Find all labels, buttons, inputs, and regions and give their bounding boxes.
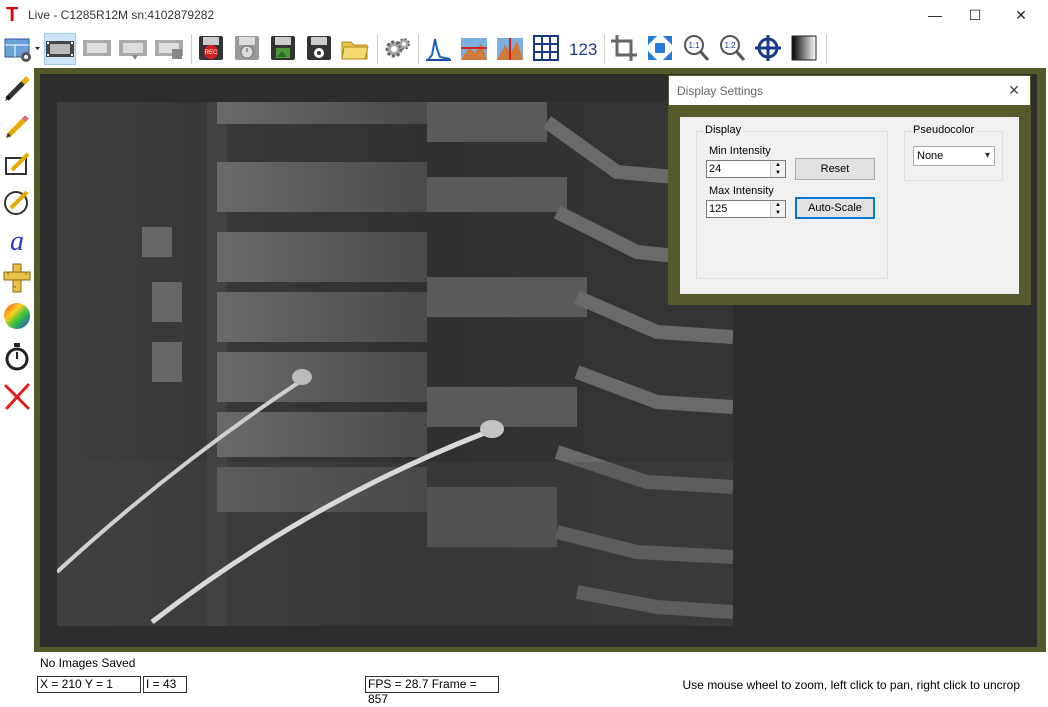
numbering-label: 123: [569, 40, 597, 59]
clear-annotations-icon[interactable]: [2, 380, 32, 412]
fps-frame-counter: FPS = 28.7 Frame = 857: [365, 676, 499, 706]
min-intensity-value: 24: [709, 163, 722, 175]
stopwatch-icon[interactable]: [2, 340, 32, 372]
ruler-icon[interactable]: [2, 262, 32, 294]
auto-scale-button[interactable]: Auto-Scale: [795, 197, 875, 219]
timelapse-save-icon[interactable]: [232, 33, 264, 65]
save-settings-icon[interactable]: [304, 33, 336, 65]
title-bar: T Live - C1285R12M sn:4102879282 — ☐ ✕: [0, 0, 1048, 30]
display-settings-dialog: Display Settings ✕ Display Min Intensity…: [668, 75, 1031, 305]
zoom-1-2-label: 1:2: [724, 41, 736, 50]
camera-settings-icon[interactable]: [382, 33, 414, 65]
record-icon[interactable]: REC: [196, 33, 228, 65]
dialog-close-button[interactable]: ✕: [1004, 80, 1024, 100]
min-intensity-input[interactable]: 24 ▲ ▼: [706, 160, 786, 178]
toolbar-separator: [418, 34, 419, 64]
zoom-1-2-icon[interactable]: 1:2: [717, 33, 749, 65]
annotation-toolbar: a: [0, 68, 34, 658]
color-wheel-icon[interactable]: [2, 300, 32, 332]
layout-settings-icon[interactable]: [2, 33, 42, 65]
rectangle-draw-icon[interactable]: [2, 148, 32, 180]
numbering-icon[interactable]: 123: [567, 33, 599, 65]
cursor-coordinates: X = 210 Y = 1: [37, 676, 141, 693]
text-tool-icon[interactable]: a: [2, 224, 32, 257]
dialog-title-bar[interactable]: Display Settings ✕: [669, 76, 1030, 105]
pseudocolor-group: Pseudocolor None ▾: [904, 124, 1003, 181]
crosshair-icon[interactable]: [753, 33, 785, 65]
crop-icon[interactable]: [609, 33, 641, 65]
max-intensity-spinner[interactable]: ▲ ▼: [770, 201, 785, 217]
max-intensity-value: 125: [709, 203, 728, 215]
fit-to-window-icon[interactable]: [645, 33, 677, 65]
max-intensity-input[interactable]: 125 ▲ ▼: [706, 200, 786, 218]
filmstrip-icon[interactable]: [44, 33, 76, 65]
close-button[interactable]: ✕: [998, 0, 1044, 30]
toolbar: REC 123 1:1 1:2: [0, 30, 1048, 68]
window-title: Live - C1285R12M sn:4102879282: [28, 8, 215, 22]
live-camera-image[interactable]: [57, 102, 733, 626]
record-label: REC: [205, 50, 218, 56]
ellipse-draw-icon[interactable]: [2, 186, 32, 218]
pseudocolor-group-label: Pseudocolor: [911, 124, 977, 136]
open-folder-icon[interactable]: [340, 33, 372, 65]
chevron-down-icon: ▾: [984, 150, 990, 161]
filmstrip-export-icon[interactable]: [118, 33, 150, 65]
toolbar-separator: [826, 34, 827, 64]
navigation-hint: Use mouse wheel to zoom, left click to p…: [682, 678, 1020, 692]
display-group-label: Display: [703, 124, 744, 136]
max-intensity-label: Max Intensity: [709, 185, 774, 197]
toolbar-separator: [604, 34, 605, 64]
status-bar: No Images Saved X = 210 Y = 1 I = 43 FPS…: [0, 652, 1048, 706]
app-logo-icon: T: [6, 4, 19, 26]
save-image-icon[interactable]: [268, 33, 300, 65]
min-intensity-spinner[interactable]: ▲ ▼: [770, 161, 785, 177]
pseudocolor-value: None: [917, 150, 944, 162]
pseudocolor-select[interactable]: None ▾: [913, 146, 995, 166]
zoom-1-1-label: 1:1: [688, 41, 700, 50]
filmstrip-disabled-icon[interactable]: [82, 33, 114, 65]
grid-icon[interactable]: [531, 33, 563, 65]
pencil-icon[interactable]: [2, 110, 32, 142]
images-saved-status: No Images Saved: [40, 656, 136, 670]
toolbar-separator: [377, 34, 378, 64]
line-profile-icon[interactable]: [459, 33, 491, 65]
maximize-button[interactable]: ☐: [952, 0, 998, 30]
filmstrip-save-icon[interactable]: [154, 33, 186, 65]
reset-button[interactable]: Reset: [795, 158, 875, 180]
display-group: Display Min Intensity 24 ▲ ▼ Reset Max In…: [696, 124, 888, 279]
zoom-1-1-icon[interactable]: 1:1: [681, 33, 713, 65]
text-tool-glyph: a: [10, 226, 24, 256]
toolbar-separator: [191, 34, 192, 64]
histogram-icon[interactable]: [423, 33, 455, 65]
column-profile-icon[interactable]: [495, 33, 527, 65]
dialog-title: Display Settings: [677, 84, 764, 98]
min-intensity-label: Min Intensity: [709, 145, 771, 157]
dialog-body: Display Min Intensity 24 ▲ ▼ Reset Max In…: [680, 117, 1019, 294]
pen-marker-icon[interactable]: [2, 72, 32, 104]
display-range-icon[interactable]: [789, 33, 821, 65]
pixel-intensity: I = 43: [143, 676, 187, 693]
